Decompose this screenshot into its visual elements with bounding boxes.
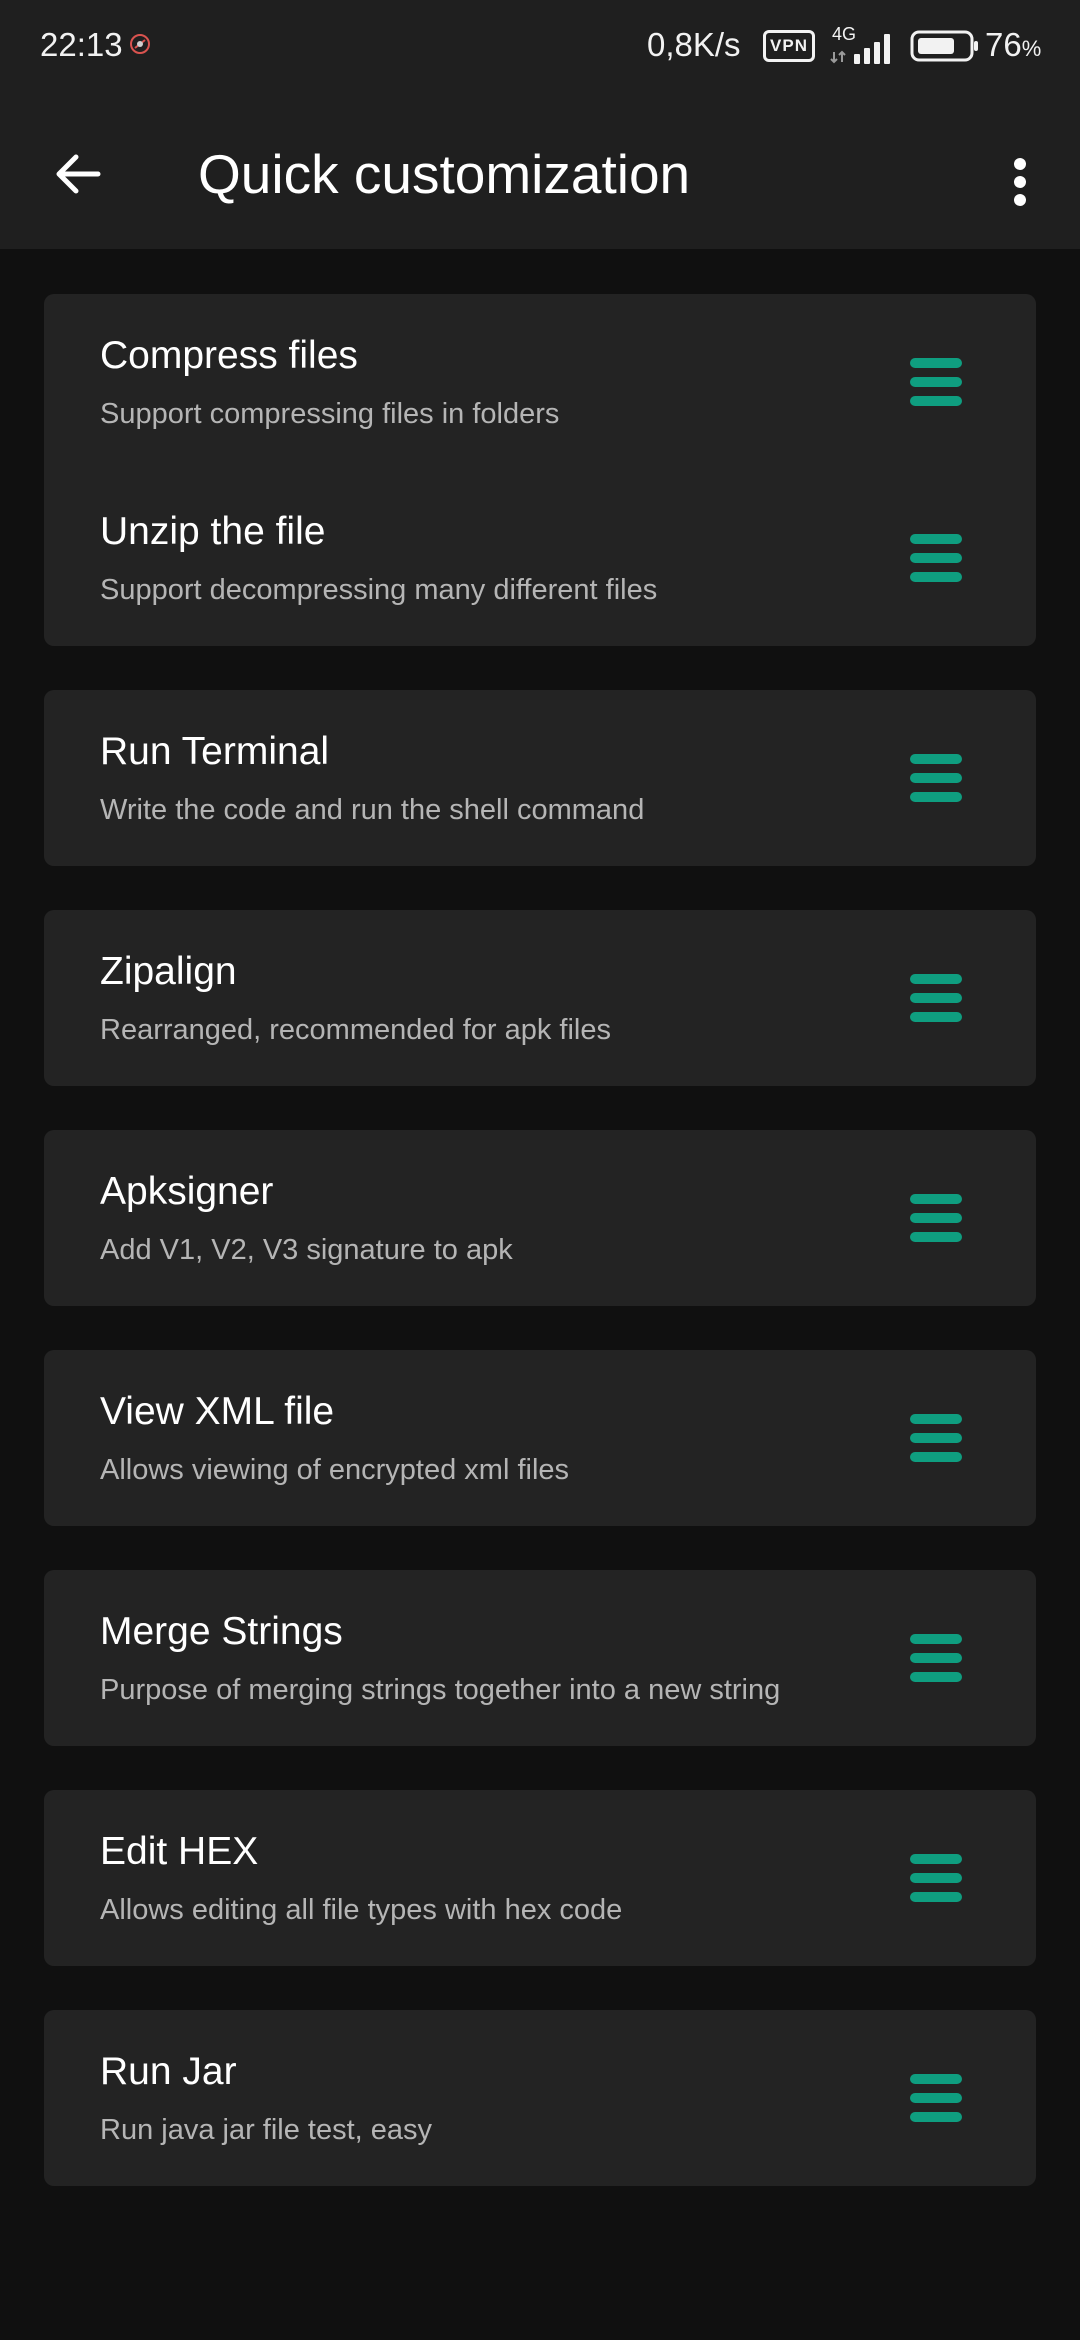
more-vertical-icon (1014, 158, 1026, 206)
drag-handle-icon[interactable] (910, 974, 962, 1022)
list-item[interactable]: Run Terminal Write the code and run the … (44, 690, 1036, 866)
item-title: Unzip the file (100, 510, 326, 553)
vpn-badge: VPN (763, 30, 815, 62)
item-subtitle: Add V1, V2, V3 signature to apk (100, 1234, 513, 1266)
clock: 22:13 (40, 26, 123, 63)
list-item[interactable]: Run Jar Run java jar file test, easy (44, 2010, 1036, 2186)
item-subtitle: Support compressing files in folders (100, 398, 560, 430)
list-item[interactable]: Zipalign Rearranged, recommended for apk… (44, 910, 1036, 1086)
item-title: View XML file (100, 1390, 335, 1433)
item-title: Compress files (100, 334, 358, 377)
item-subtitle: Write the code and run the shell command (100, 794, 645, 826)
tool-card: Run Terminal Write the code and run the … (44, 690, 1036, 866)
drag-handle-icon[interactable] (910, 358, 962, 406)
item-title: Run Terminal (100, 730, 330, 773)
drag-handle-icon[interactable] (910, 1414, 962, 1462)
battery-percentage: 76% (985, 26, 1041, 64)
app-toolbar: Quick customization (0, 96, 1080, 249)
item-subtitle: Allows viewing of encrypted xml files (100, 1454, 570, 1486)
notification-icon (130, 34, 150, 54)
signal-icon (830, 34, 890, 64)
list-item[interactable]: Compress files Support compressing files… (44, 294, 1036, 470)
item-subtitle: Rearranged, recommended for apk files (100, 1014, 611, 1046)
list-item[interactable]: Apksigner Add V1, V2, V3 signature to ap… (44, 1130, 1036, 1306)
drag-handle-icon[interactable] (910, 1194, 962, 1242)
item-title: Merge Strings (100, 1610, 343, 1653)
item-title: Zipalign (100, 950, 237, 993)
arrow-left-icon (56, 154, 101, 194)
battery-level: 76 (985, 26, 1022, 63)
page-title: Quick customization (198, 143, 691, 205)
tool-card: Apksigner Add V1, V2, V3 signature to ap… (44, 1130, 1036, 1306)
item-subtitle: Run java jar file test, easy (100, 2114, 433, 2146)
back-button[interactable] (36, 138, 120, 210)
drag-handle-icon[interactable] (910, 754, 962, 802)
item-subtitle: Allows editing all file types with hex c… (100, 1894, 623, 1926)
network-speed: 0,8K/s (647, 26, 741, 63)
list-item[interactable]: Unzip the file Support decompressing man… (44, 470, 1036, 646)
item-subtitle: Purpose of merging strings together into… (100, 1674, 781, 1706)
list-item[interactable]: Edit HEX Allows editing all file types w… (44, 1790, 1036, 1966)
status-bar: 22:13 0,8K/s VPN 4G 76% (0, 0, 1080, 96)
drag-handle-icon[interactable] (910, 1854, 962, 1902)
tool-card: Zipalign Rearranged, recommended for apk… (44, 910, 1036, 1086)
tool-card: View XML file Allows viewing of encrypte… (44, 1350, 1036, 1526)
item-subtitle: Support decompressing many different fil… (100, 574, 658, 606)
tool-card-group: Compress files Support compressing files… (44, 294, 1036, 646)
item-title: Run Jar (100, 2050, 237, 2093)
drag-handle-icon[interactable] (910, 534, 962, 582)
item-title: Edit HEX (100, 1830, 259, 1873)
more-options-button[interactable] (990, 142, 1050, 222)
list-item[interactable]: Merge Strings Purpose of merging strings… (44, 1570, 1036, 1746)
list-item[interactable]: View XML file Allows viewing of encrypte… (44, 1350, 1036, 1526)
tool-card: Run Jar Run java jar file test, easy (44, 2010, 1036, 2186)
tool-card: Edit HEX Allows editing all file types w… (44, 1790, 1036, 1966)
item-title: Apksigner (100, 1170, 274, 1213)
drag-handle-icon[interactable] (910, 1634, 962, 1682)
battery-icon (910, 30, 978, 62)
drag-handle-icon[interactable] (910, 2074, 962, 2122)
tool-card: Merge Strings Purpose of merging strings… (44, 1570, 1036, 1746)
battery-unit: % (1021, 36, 1042, 61)
